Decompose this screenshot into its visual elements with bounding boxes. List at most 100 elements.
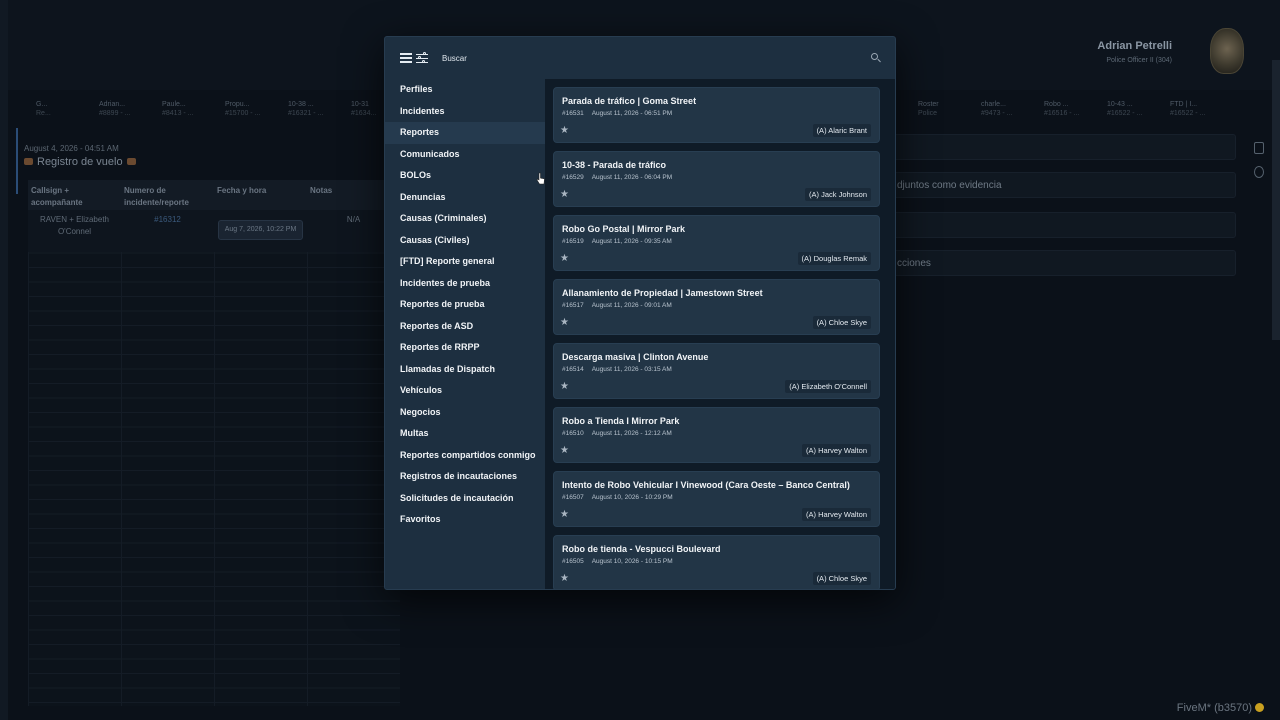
- nav-item[interactable]: Denuncias: [385, 187, 545, 209]
- nav-item[interactable]: Llamadas de Dispatch: [385, 359, 545, 381]
- nav-item[interactable]: Reportes de RRPP: [385, 337, 545, 359]
- nav-item[interactable]: Reportes de ASD: [385, 316, 545, 338]
- result-meta: #16514 August 11, 2026 - 03:15 AM: [562, 366, 879, 373]
- result-id: #16507: [562, 494, 584, 501]
- fivem-build: FiveM* (b3570): [1176, 702, 1252, 714]
- result-card[interactable]: Intento de Robo Vehicular I Vinewood (Ca…: [553, 471, 880, 527]
- nav-item[interactable]: Perfiles: [385, 79, 545, 101]
- nav-item[interactable]: Incidentes de prueba: [385, 273, 545, 295]
- result-date: August 11, 2026 - 12:12 AM: [591, 430, 672, 437]
- open-tab[interactable]: G... Re...: [30, 100, 93, 124]
- datetime-pill: Aug 7, 2026, 10:22 PM: [217, 220, 304, 240]
- result-title: Intento de Robo Vehicular I Vinewood (Ca…: [562, 480, 850, 490]
- open-tab-subtitle: Re...: [36, 110, 51, 117]
- result-id: #16531: [562, 110, 584, 117]
- star-icon[interactable]: ★: [560, 382, 570, 392]
- search-icon[interactable]: [871, 53, 881, 63]
- open-tab[interactable]: Propu... #15700 - ...: [219, 100, 282, 124]
- result-meta: #16529 August 11, 2026 - 06:04 PM: [562, 174, 879, 181]
- result-card[interactable]: Robo a Tienda I Mirror Park #16510 August …: [553, 407, 880, 463]
- star-icon[interactable]: ★: [560, 446, 570, 456]
- record-title: Registro de vuelo: [24, 156, 136, 168]
- nav-item[interactable]: [FTD] Reporte general: [385, 251, 545, 273]
- nav-item[interactable]: Vehículos: [385, 380, 545, 402]
- nav-item[interactable]: Registros de incautaciones: [385, 466, 545, 488]
- result-author: (A) Harvey Walton: [802, 444, 871, 457]
- star-icon[interactable]: ★: [560, 254, 570, 264]
- result-meta: #16517 August 11, 2026 - 09:01 AM: [562, 302, 879, 309]
- star-icon[interactable]: ★: [560, 190, 570, 200]
- menu-icon[interactable]: [400, 53, 412, 63]
- open-tab-subtitle: #16522 - ...: [1107, 110, 1143, 117]
- open-tab-title: Robo ...: [1044, 101, 1069, 108]
- open-tab[interactable]: Paule... #8413 - ...: [156, 100, 219, 124]
- result-author: (A) Alaric Brant: [812, 124, 871, 137]
- open-tab-subtitle: #16321 - ...: [288, 110, 324, 117]
- nav-item[interactable]: Solicitudes de incautación: [385, 488, 545, 510]
- mouse-cursor-icon: [536, 172, 545, 185]
- result-card[interactable]: Robo de tienda - Vespucci Boulevard #1650…: [553, 535, 880, 589]
- star-icon[interactable]: ★: [560, 126, 570, 136]
- result-card[interactable]: Parada de tráfico | Goma Street #16531 Aug…: [553, 87, 880, 143]
- right-card: djuntos como evidencia: [884, 172, 1236, 198]
- right-card: cciones: [884, 250, 1236, 276]
- nav-item[interactable]: Causas (Civiles): [385, 230, 545, 252]
- star-icon[interactable]: ★: [560, 574, 570, 584]
- open-tab-subtitle: #16522 - ...: [1170, 110, 1206, 117]
- open-tab[interactable]: Robo ... #16516 - ...: [1038, 100, 1101, 124]
- result-card[interactable]: Robo Go Postal | Mirror Park #16519 August…: [553, 215, 880, 271]
- history-icon[interactable]: [1254, 166, 1264, 178]
- open-tab-title: Paule...: [162, 101, 186, 108]
- incident-link[interactable]: #16312: [154, 215, 181, 224]
- nav-item[interactable]: Negocios: [385, 402, 545, 424]
- nav-item[interactable]: BOLOs: [385, 165, 545, 187]
- result-date: August 10, 2026 - 10:29 PM: [591, 494, 673, 501]
- search-results: Parada de tráfico | Goma Street #16531 Aug…: [545, 79, 895, 589]
- user-info: Adrian Petrelli Police Officer II (304): [1097, 40, 1172, 64]
- open-tab-subtitle: Police: [918, 110, 938, 117]
- open-tab-title: G...: [36, 101, 48, 108]
- open-tab[interactable]: charle... #9473 - ...: [975, 100, 1038, 124]
- result-date: August 10, 2026 - 10:15 PM: [591, 558, 673, 565]
- star-icon[interactable]: ★: [560, 318, 570, 328]
- open-tab[interactable]: Roster Police: [912, 100, 975, 124]
- open-tab[interactable]: FTD | I... #16522 - ...: [1164, 100, 1227, 124]
- right-card: [884, 212, 1236, 238]
- result-meta: #16510 August 11, 2026 - 12:12 AM: [562, 430, 879, 437]
- result-meta: #16531 August 11, 2026 - 06:51 PM: [562, 110, 879, 117]
- star-icon[interactable]: ★: [560, 510, 570, 520]
- nav-item[interactable]: Reportes de prueba: [385, 294, 545, 316]
- result-author: (A) Elizabeth O'Connell: [785, 380, 871, 393]
- document-icon[interactable]: [1254, 142, 1264, 154]
- result-date: August 11, 2026 - 09:35 AM: [591, 238, 672, 245]
- result-title: Robo Go Postal | Mirror Park: [562, 224, 686, 234]
- record-date: August 4, 2026 - 04:51 AM: [24, 144, 119, 153]
- status-dot-icon: [1255, 703, 1264, 712]
- result-date: August 11, 2026 - 09:01 AM: [591, 302, 672, 309]
- result-title: Descarga masiva | Clinton Avenue: [562, 352, 709, 362]
- search-modal: PerfilesIncidentesReportesComunicadosBOL…: [384, 36, 896, 590]
- search-input[interactable]: [442, 47, 862, 69]
- open-tab[interactable]: 10-43 ... #16522 - ...: [1101, 100, 1164, 124]
- filter-icon[interactable]: [416, 52, 428, 64]
- nav-item[interactable]: Incidentes: [385, 101, 545, 123]
- result-card[interactable]: Allanamiento de Propiedad | Jamestown St…: [553, 279, 880, 335]
- nav-item[interactable]: Reportes: [385, 122, 545, 144]
- result-id: #16529: [562, 174, 584, 181]
- open-tab-title: charle...: [981, 101, 1006, 108]
- result-card[interactable]: 10-38 - Parada de tráfico #16529 August 11…: [553, 151, 880, 207]
- open-tab-subtitle: #8413 - ...: [162, 110, 194, 117]
- result-title: Parada de tráfico | Goma Street: [562, 96, 697, 106]
- nav-item[interactable]: Reportes compartidos conmigo: [385, 445, 545, 467]
- result-author: (A) Harvey Walton: [802, 508, 871, 521]
- result-date: August 11, 2026 - 06:04 PM: [591, 174, 673, 181]
- open-tab-title: Adrian...: [99, 101, 126, 108]
- left-edge: [0, 0, 8, 720]
- open-tab[interactable]: Adrian... #8899 - ...: [93, 100, 156, 124]
- nav-item[interactable]: Multas: [385, 423, 545, 445]
- result-card[interactable]: Descarga masiva | Clinton Avenue #16514 Au…: [553, 343, 880, 399]
- nav-item[interactable]: Causas (Criminales): [385, 208, 545, 230]
- nav-item[interactable]: Comunicados: [385, 144, 545, 166]
- nav-item[interactable]: Favoritos: [385, 509, 545, 531]
- open-tab[interactable]: 10-38 ... #16321 - ...: [282, 100, 345, 124]
